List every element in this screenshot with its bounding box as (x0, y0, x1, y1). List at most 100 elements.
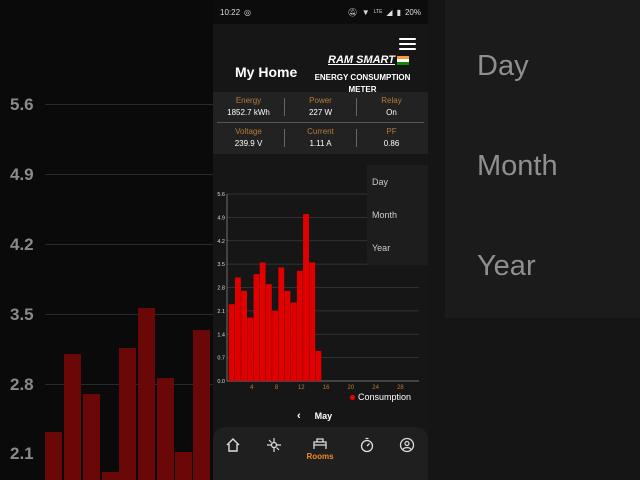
home-icon (226, 438, 240, 452)
legend-marker (350, 394, 355, 400)
status-bar: 10:22 ◎ 🔕︎ ▼ LTE ◢ ▮ 20% (213, 0, 428, 24)
metric-label: Power (309, 96, 332, 105)
period-option-year[interactable]: Year (372, 243, 390, 253)
chart-bar (284, 290, 291, 381)
background-ytick: 5.6 (10, 95, 34, 114)
bottom-navigation: Rooms (213, 427, 428, 480)
background-menu-item: Day (477, 50, 529, 82)
hamburger-menu-icon[interactable] (399, 38, 416, 50)
x-tick-label: 24 (372, 385, 379, 391)
metric-power: Power 227 W (285, 96, 356, 117)
metric-label: PF (386, 127, 397, 136)
background-bar (64, 354, 81, 480)
background-ytick: 2.8 (10, 375, 34, 394)
brand-logo: RAM SMART (328, 54, 410, 66)
page-title: My Home (235, 64, 298, 80)
india-flag-icon (397, 55, 410, 65)
chart-bar (228, 304, 235, 381)
x-tick-label: 16 (323, 385, 330, 391)
background-bar (193, 330, 210, 480)
metrics-panel: Energy 1852.7 kWh Power 227 W Relay On V… (213, 92, 428, 154)
chart-bar (296, 270, 303, 381)
background-bar (83, 394, 100, 480)
current-month: May (314, 411, 333, 421)
divider (356, 98, 357, 116)
chart-bar (241, 290, 248, 381)
signal-icon: ◢ (386, 7, 393, 17)
metric-label: Current (307, 127, 334, 136)
nav-rooms[interactable]: Rooms (305, 435, 335, 461)
app-header: My Home RAM SMART ENERGY CONSUMPTION MET… (213, 24, 428, 94)
y-tick-label: 0.0 (217, 379, 225, 385)
metric-value: On (386, 108, 397, 117)
y-tick-label: 4.9 (217, 215, 225, 221)
status-left: 10:22 ◎ (220, 8, 251, 17)
battery-percent: 20% (404, 7, 421, 17)
background-gridline (45, 314, 213, 315)
metric-value: 1.11 A (309, 139, 332, 148)
chart-bar (290, 302, 297, 381)
background-menu-item: Month (477, 150, 558, 182)
y-tick-label: 4.2 (217, 239, 225, 245)
chevron-left-icon[interactable]: ‹ (297, 410, 301, 422)
metric-value: 239.9 V (234, 139, 263, 148)
period-option-day[interactable]: Day (372, 177, 388, 187)
metric-label: Voltage (235, 127, 262, 136)
nav-profile[interactable] (392, 437, 422, 453)
x-tick-label: 12 (298, 385, 305, 391)
y-tick-label: 3.5 (217, 262, 225, 268)
background-bar (157, 378, 174, 480)
background-chart-zoom: 5.6 4.9 4.2 3.5 2.8 2.1 (0, 0, 213, 480)
background-menu-item: Year (477, 250, 536, 282)
chart-bar (278, 267, 285, 381)
nav-home[interactable] (218, 437, 248, 453)
chart-bar (247, 317, 254, 381)
metric-value: 0.86 (383, 139, 400, 148)
metric-voltage: Voltage 239.9 V (213, 127, 284, 148)
metric-energy: Energy 1852.7 kWh (213, 96, 284, 117)
metric-current: Current 1.11 A (285, 127, 356, 148)
y-tick-label: 5.6 (217, 192, 225, 198)
background-ytick: 4.2 (10, 235, 34, 254)
chart-bar (315, 350, 322, 381)
subtitle-line: ENERGY CONSUMPTION (314, 73, 411, 82)
metric-relay[interactable]: Relay On (356, 96, 427, 117)
y-tick-label: 2.1 (217, 309, 225, 315)
period-dropdown: Day Month Year (367, 165, 428, 265)
nav-devices[interactable] (259, 437, 289, 453)
metric-pf: PF 0.86 (356, 127, 427, 148)
background-gridline (45, 244, 213, 245)
nav-timer[interactable] (352, 437, 382, 453)
y-tick-label: 2.8 (217, 286, 225, 292)
x-tick-label: 8 (275, 385, 279, 391)
x-tick-label: 4 (250, 385, 254, 391)
wifi-icon: ▼ (361, 7, 370, 17)
chart-bar (309, 262, 316, 381)
x-tick-label: 20 (348, 385, 355, 391)
metric-value: 1852.7 kWh (227, 108, 270, 117)
nav-rooms-label: Rooms (306, 452, 334, 461)
divider (356, 129, 357, 147)
devices-icon (267, 438, 281, 452)
background-gridline (45, 104, 213, 105)
chart-legend: Consumption (350, 392, 411, 402)
sync-icon: ◎ (244, 7, 252, 17)
chart-bar (265, 284, 272, 381)
chart-bar (272, 310, 278, 381)
network-label: LTE (373, 9, 383, 15)
status-right: 🔕︎ ▼ LTE ◢ ▮ 20% (348, 8, 421, 17)
rooms-icon (313, 438, 327, 449)
chart-bar (259, 262, 266, 381)
period-option-month[interactable]: Month (372, 210, 397, 220)
metric-label: Energy (235, 96, 262, 105)
mute-icon: 🔕︎ (347, 7, 358, 17)
profile-icon (399, 437, 415, 453)
divider (284, 129, 285, 147)
background-bar (102, 472, 119, 480)
background-bar (138, 308, 155, 480)
battery-icon: ▮ (396, 7, 401, 17)
y-tick-label: 0.7 (217, 356, 225, 362)
y-tick-label: 1.4 (217, 332, 225, 338)
x-tick-label: 28 (397, 385, 404, 391)
background-ytick: 4.9 (10, 165, 34, 184)
